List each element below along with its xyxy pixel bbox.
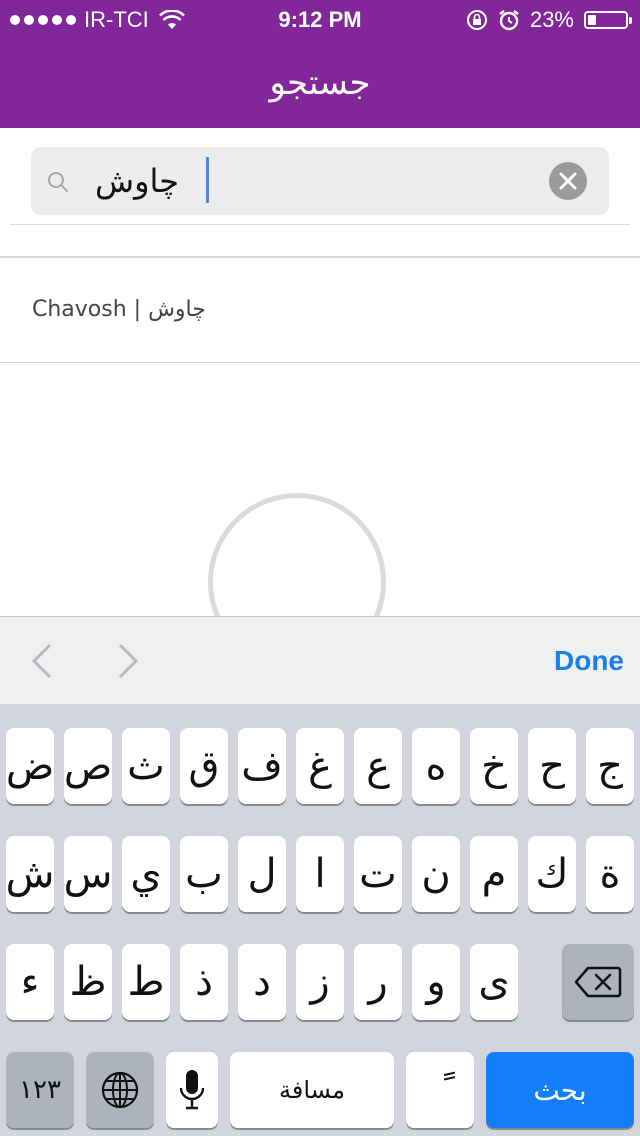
text-cursor [206, 157, 209, 203]
key[interactable]: ظ [64, 944, 112, 1020]
search-icon [48, 172, 69, 193]
battery-level-fill [588, 15, 596, 25]
key[interactable]: ع [354, 728, 402, 804]
done-button[interactable]: Done [554, 639, 624, 683]
battery-icon [584, 11, 632, 29]
key[interactable]: ت [354, 836, 402, 912]
space-key[interactable]: مسافة [230, 1052, 394, 1128]
backspace-icon [574, 966, 622, 998]
search-bar [0, 128, 640, 228]
divider [10, 224, 630, 225]
diacritics-key[interactable]: ً [406, 1052, 474, 1128]
search-field-container[interactable] [31, 147, 609, 215]
status-right: 23% [466, 6, 632, 34]
search-input[interactable] [91, 153, 495, 209]
keyboard-accessory-bar: Done [0, 616, 640, 704]
numbers-key[interactable]: ١٢٣ [6, 1052, 74, 1128]
key[interactable]: ف [238, 728, 286, 804]
list-item[interactable]: Chavosh | چاوش [0, 258, 640, 362]
key[interactable]: غ [296, 728, 344, 804]
rotation-lock-icon [466, 10, 487, 30]
key[interactable]: د [238, 944, 286, 1020]
key[interactable]: ش [6, 836, 54, 912]
key[interactable]: ى [470, 944, 518, 1020]
keyboard: ج ح خ ه ع غ ف ق ث ص ض ة ك م ن ت ا ل ب ي … [0, 704, 640, 1136]
key[interactable]: ق [180, 728, 228, 804]
key[interactable]: ص [64, 728, 112, 804]
key[interactable]: ذ [180, 944, 228, 1020]
top-bar: IR-TCI 9:12 PM 23% جستجو [0, 0, 640, 128]
key[interactable]: خ [470, 728, 518, 804]
key[interactable]: ن [412, 836, 460, 912]
key[interactable]: ا [296, 836, 344, 912]
search-key[interactable]: بحث [486, 1052, 634, 1128]
key[interactable]: م [470, 836, 518, 912]
key[interactable]: س [64, 836, 112, 912]
key[interactable]: و [412, 944, 460, 1020]
dictation-key[interactable] [166, 1052, 218, 1128]
status-bar: IR-TCI 9:12 PM 23% [0, 0, 640, 40]
next-field-arrow-icon[interactable] [116, 641, 140, 681]
key[interactable]: ل [238, 836, 286, 912]
key[interactable]: ض [6, 728, 54, 804]
key[interactable]: ة [586, 836, 634, 912]
clear-search-button[interactable] [549, 162, 587, 200]
result-label: Chavosh | چاوش [32, 297, 206, 322]
globe-key[interactable] [86, 1052, 154, 1128]
microphone-icon [179, 1070, 205, 1110]
divider [0, 362, 640, 363]
key[interactable]: ء [6, 944, 54, 1020]
key[interactable]: ه [412, 728, 460, 804]
previous-field-arrow-icon[interactable] [30, 641, 54, 681]
key[interactable]: ح [528, 728, 576, 804]
battery-percentage: 23% [529, 7, 574, 32]
close-icon [559, 172, 577, 190]
page-title: جستجو [269, 63, 371, 103]
key[interactable]: ك [528, 836, 576, 912]
key[interactable]: ث [122, 728, 170, 804]
key[interactable]: ي [122, 836, 170, 912]
alarm-clock-icon [499, 10, 519, 31]
key[interactable]: ط [122, 944, 170, 1020]
key[interactable]: ر [354, 944, 402, 1020]
key[interactable]: ج [586, 728, 634, 804]
key[interactable]: ب [180, 836, 228, 912]
key[interactable]: ز [296, 944, 344, 1020]
globe-icon [101, 1071, 139, 1109]
backspace-button[interactable] [562, 944, 634, 1020]
